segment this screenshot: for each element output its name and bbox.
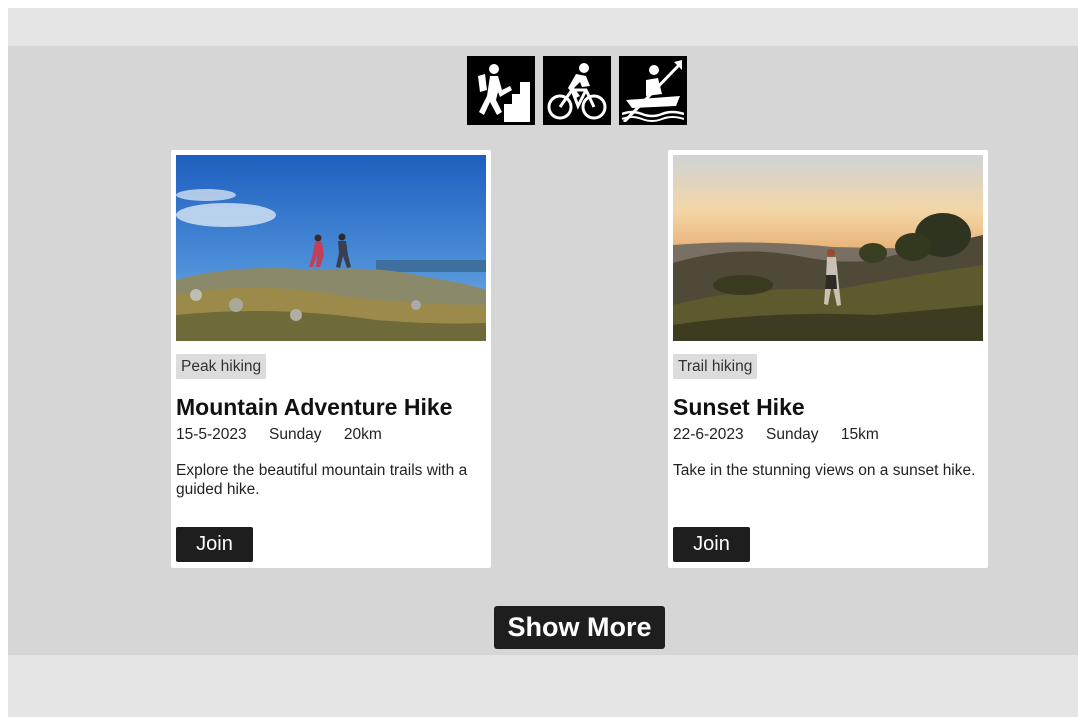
footer-bar: [8, 655, 1078, 717]
cyclist-icon[interactable]: [543, 56, 611, 125]
kayaker-icon[interactable]: [619, 56, 687, 125]
event-photo-sunset-hiker: [673, 155, 983, 341]
join-button[interactable]: Join: [673, 527, 750, 562]
hiker-icon[interactable]: [467, 56, 535, 125]
event-day: Sunday: [268, 426, 322, 443]
event-distance: 20km: [343, 426, 382, 443]
event-date: 22-6-2023: [673, 426, 744, 443]
event-date: 15-5-2023: [176, 426, 247, 443]
event-title: Sunset Hike: [673, 394, 805, 420]
event-photo-mountain-hikers: [176, 155, 486, 341]
event-tag: Trail hiking: [673, 354, 758, 379]
activity-filter: [467, 56, 687, 125]
event-card: Trail hiking Sunset Hike 22-6-2023 Sunda…: [668, 150, 988, 568]
join-button[interactable]: Join: [176, 527, 253, 562]
top-bar: [8, 8, 1078, 46]
show-more-button[interactable]: Show More: [494, 606, 665, 649]
event-meta: 15-5-2023 Sunday 20km: [176, 426, 400, 444]
event-card: Peak hiking Mountain Adventure Hike 15-5…: [171, 150, 491, 568]
event-distance: 15km: [840, 426, 879, 443]
event-description: Take in the stunning views on a sunset h…: [673, 462, 976, 479]
event-description: Explore the beautiful mountain trails wi…: [176, 462, 468, 498]
event-day: Sunday: [765, 426, 819, 443]
event-tag: Peak hiking: [176, 354, 267, 379]
event-title: Mountain Adventure Hike: [176, 394, 453, 420]
event-meta: 22-6-2023 Sunday 15km: [673, 426, 897, 444]
